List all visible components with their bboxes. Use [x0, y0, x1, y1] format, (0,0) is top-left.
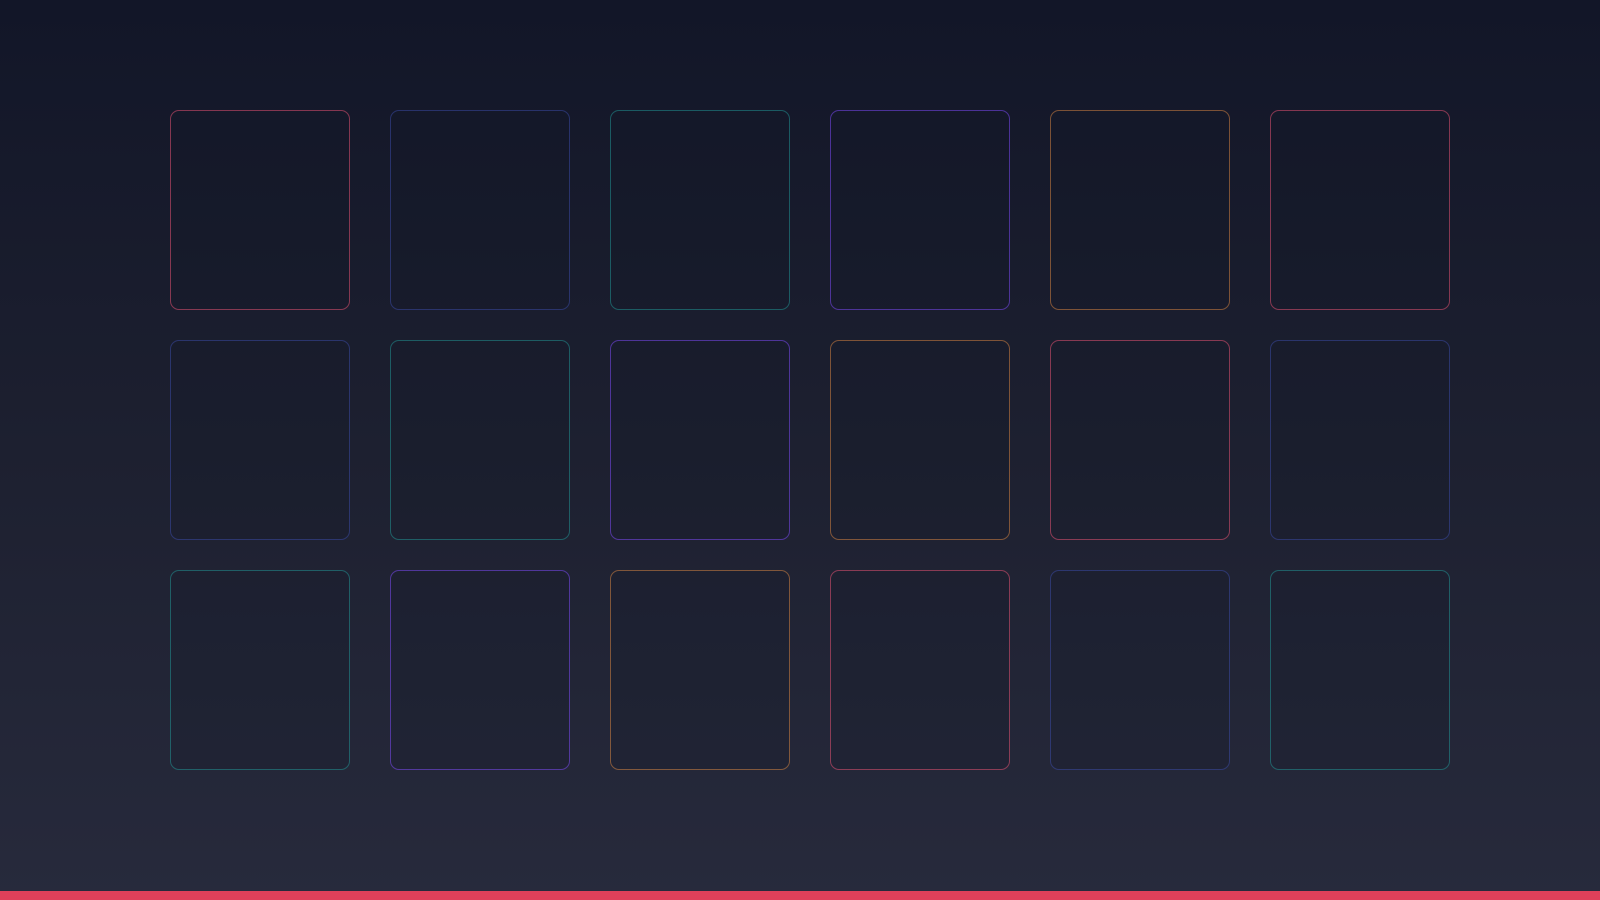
grid-tile[interactable] — [1050, 570, 1230, 770]
grid-tile[interactable] — [170, 570, 350, 770]
grid-tile[interactable] — [170, 340, 350, 540]
grid-tile[interactable] — [390, 110, 570, 310]
grid-tile[interactable] — [830, 340, 1010, 540]
grid-tile[interactable] — [390, 570, 570, 770]
grid-tile[interactable] — [390, 340, 570, 540]
grid-tile[interactable] — [830, 570, 1010, 770]
tile-grid — [170, 110, 1450, 770]
bottom-accent-bar — [0, 891, 1600, 900]
grid-tile[interactable] — [170, 110, 350, 310]
grid-tile[interactable] — [1050, 340, 1230, 540]
grid-tile[interactable] — [1050, 110, 1230, 310]
app-window: { "theme": { "accent": "#e0405a", "tile_… — [0, 0, 1600, 900]
grid-tile[interactable] — [1270, 340, 1450, 540]
grid-tile[interactable] — [610, 570, 790, 770]
grid-tile[interactable] — [610, 340, 790, 540]
grid-tile[interactable] — [1270, 110, 1450, 310]
grid-tile[interactable] — [1270, 570, 1450, 770]
grid-tile[interactable] — [830, 110, 1010, 310]
grid-tile[interactable] — [610, 110, 790, 310]
